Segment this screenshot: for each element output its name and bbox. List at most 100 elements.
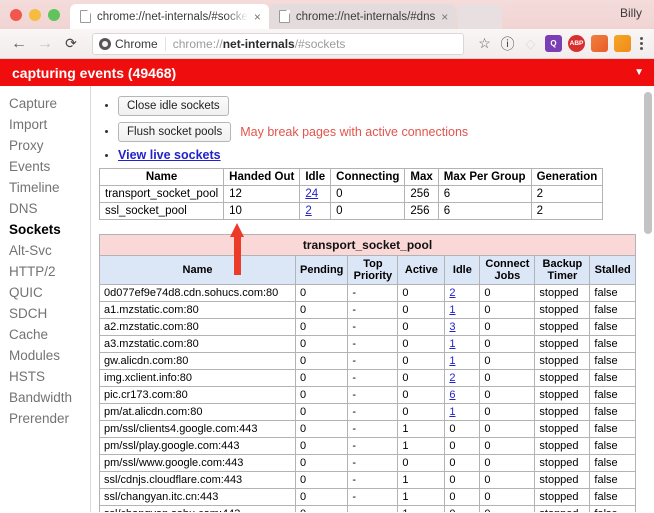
cell-top-priority: - <box>347 437 399 455</box>
table-row: 0d077ef9e74d8.cdn.sohucs.com:80 0-0 2 0 stop… <box>99 284 636 302</box>
extension-chart-icon[interactable] <box>591 35 608 52</box>
address-bar[interactable]: Chrome chrome://net-internals/#sockets <box>92 32 464 55</box>
cell-active: 0 <box>397 301 446 319</box>
extension-smiley-icon[interactable] <box>614 35 631 52</box>
cell-active: 0 <box>397 403 446 421</box>
cell-name: ssl/changyan.itc.cn:443 <box>99 488 296 506</box>
cell-active: 1 <box>397 437 446 455</box>
sidebar-item-prerender[interactable]: Prerender <box>0 408 90 429</box>
bookmark-star-icon[interactable]: ☆ <box>476 35 493 52</box>
sidebar-item-capture[interactable]: Capture <box>0 93 90 114</box>
sidebar-item-sdch[interactable]: SDCH <box>0 303 90 324</box>
cell-active: 1 <box>397 488 446 506</box>
chrome-scheme-badge: Chrome <box>99 36 166 51</box>
cell-top-priority: - <box>347 488 399 506</box>
sidebar-item-sockets[interactable]: Sockets <box>0 219 90 240</box>
cell-name: ssl/cdnjs.cloudflare.com:443 <box>99 471 296 489</box>
sidebar-item-import[interactable]: Import <box>0 114 90 135</box>
table-row: ssl/changyan.sohu.com:4430-100stoppedfal… <box>99 505 636 512</box>
cell-handed-out: 10 <box>223 202 301 220</box>
cell-backup-timer: stopped <box>534 386 591 404</box>
zoom-window-button[interactable] <box>48 8 60 21</box>
reload-icon[interactable]: ⟳ <box>60 33 82 55</box>
col-generation: Generation <box>530 168 604 186</box>
idle-count-link[interactable]: 1 <box>449 304 455 316</box>
cell-idle: 0 <box>444 420 481 438</box>
profile-name-label[interactable]: Billy <box>620 6 642 20</box>
close-icon[interactable]: × <box>254 11 261 23</box>
col-stalled: Stalled <box>589 255 636 285</box>
cell-backup-timer: stopped <box>534 284 591 302</box>
info-icon[interactable]: ⓘ <box>499 35 516 52</box>
flush-warning-text: May break pages with active connections <box>240 125 469 139</box>
sidebar-item-http2[interactable]: HTTP/2 <box>0 261 90 282</box>
col-connecting: Connecting <box>330 168 406 186</box>
cell-idle: 0 <box>444 505 481 512</box>
idle-count-link[interactable]: 3 <box>449 321 455 333</box>
view-live-sockets-link[interactable]: View live sockets <box>118 148 221 162</box>
cell-name: a3.mzstatic.com:80 <box>99 335 296 353</box>
page-icon <box>278 10 290 23</box>
sidebar-item-quic[interactable]: QUIC <box>0 282 90 303</box>
idle-count-link[interactable]: 1 <box>449 338 455 350</box>
cell-generation: 2 <box>530 185 604 203</box>
sidebar-item-alt-svc[interactable]: Alt-Svc <box>0 240 90 261</box>
idle-count-link[interactable]: 2 <box>449 287 455 299</box>
cell-idle: 2 <box>444 369 481 387</box>
sidebar-item-modules[interactable]: Modules <box>0 345 90 366</box>
cell-connect-jobs: 0 <box>479 454 536 472</box>
table-row: pic.cr173.com:80 0-0 6 0 stopped false <box>99 386 636 404</box>
table-row: a2.mzstatic.com:80 0-0 3 0 stopped false <box>99 318 636 336</box>
tab-dns[interactable]: chrome://net-internals/#dns × <box>268 4 457 29</box>
cell-name: a1.mzstatic.com:80 <box>99 301 296 319</box>
close-icon[interactable]: × <box>441 11 448 23</box>
sidebar-item-hsts[interactable]: HSTS <box>0 366 90 387</box>
extension-purple-icon[interactable]: Q <box>545 35 562 52</box>
table-row: ssl/changyan.itc.cn:443 0-1 0 0 stopped false <box>99 488 636 506</box>
sidebar-item-timeline[interactable]: Timeline <box>0 177 90 198</box>
sidebar-item-cache[interactable]: Cache <box>0 324 90 345</box>
sidebar-item-events[interactable]: Events <box>0 156 90 177</box>
col-max-per-group: Max Per Group <box>437 168 532 186</box>
page-scrollbar[interactable] <box>644 92 652 512</box>
idle-count-link[interactable]: 6 <box>449 389 455 401</box>
cell-connect-jobs: 0 <box>479 505 536 512</box>
sidebar-item-dns[interactable]: DNS <box>0 198 90 219</box>
cell-max: 256 <box>404 185 439 203</box>
col-pending: Pending <box>294 255 349 285</box>
close-idle-sockets-button[interactable]: Close idle sockets <box>118 96 229 116</box>
cell-active: 0 <box>397 369 446 387</box>
minimize-window-button[interactable] <box>29 8 41 21</box>
scrollbar-thumb[interactable] <box>644 92 652 234</box>
sidebar-item-proxy[interactable]: Proxy <box>0 135 90 156</box>
cell-top-priority: - <box>347 301 399 319</box>
cell-connect-jobs: 0 <box>479 284 536 302</box>
cell-pending: 0 <box>294 403 349 421</box>
chrome-menu-icon[interactable] <box>637 37 646 50</box>
table-caption-row: transport_socket_pool <box>99 234 636 256</box>
forward-icon[interactable]: → <box>34 33 56 55</box>
chevron-down-icon[interactable]: ▼ <box>634 67 644 78</box>
capture-status-bar[interactable]: capturing events (49468) ▼ <box>0 59 654 86</box>
new-tab-button[interactable] <box>458 4 503 29</box>
cell-top-priority: - <box>347 454 399 472</box>
flush-socket-pools-button[interactable]: Flush socket pools <box>118 122 232 142</box>
adblock-plus-icon[interactable]: ABP <box>568 35 585 52</box>
toolbar-icons: ☆ ⓘ ◇ Q ABP <box>474 35 646 52</box>
idle-count-link[interactable]: 24 <box>305 188 318 200</box>
back-icon[interactable]: ← <box>8 33 30 55</box>
idle-count-link[interactable]: 1 <box>449 355 455 367</box>
cell-max-per-group: 6 <box>437 185 532 203</box>
tab-sockets[interactable]: chrome://net-internals/#socke × <box>70 4 269 29</box>
table-row: pm/ssl/clients4.google.com:443 0-1 0 0 stopp… <box>99 420 636 438</box>
sidebar-item-bandwidth[interactable]: Bandwidth <box>0 387 90 408</box>
cell-idle: 1 <box>444 301 481 319</box>
cell-pending: 0 <box>294 369 349 387</box>
close-window-button[interactable] <box>10 8 22 21</box>
idle-count-link[interactable]: 2 <box>305 205 311 217</box>
col-name: Name <box>99 255 296 285</box>
idle-count-link[interactable]: 1 <box>449 406 455 418</box>
table-row: gw.alicdn.com:80 0-0 1 0 stopped false <box>99 352 636 370</box>
idle-count-link[interactable]: 2 <box>449 372 455 384</box>
cell-pending: 0 <box>294 386 349 404</box>
